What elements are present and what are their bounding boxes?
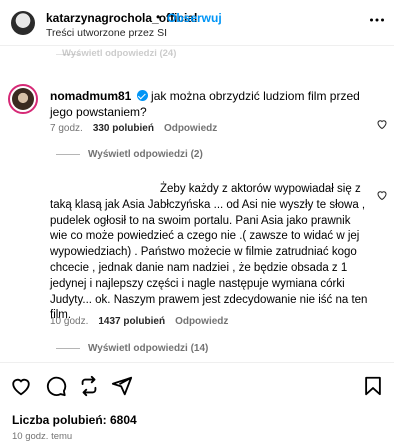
ai-content-label[interactable]: Treści utworzone przez SI (46, 27, 167, 39)
verified-badge-icon (136, 90, 148, 101)
reply-view-replies-button[interactable]: Wyświetl odpowiedzi (14) (88, 343, 208, 354)
follow-button[interactable]: Obserwuj (167, 11, 222, 25)
bookmark-icon[interactable] (362, 375, 384, 397)
share-icon[interactable] (111, 375, 133, 397)
commenter-avatar[interactable] (8, 84, 38, 114)
reply-text: Żeby każdy z aktorów wypowiadał się z ta… (50, 183, 368, 322)
reply-age: 10 godz. (50, 316, 89, 327)
comment-reply-button[interactable]: Odpowiedz (164, 123, 217, 134)
comment-meta: 7 godz. 330 polubień Odpowiedz (50, 123, 217, 134)
reply-heart-icon[interactable] (376, 189, 388, 201)
repost-icon[interactable] (78, 375, 100, 397)
reply-likes[interactable]: 1437 polubień (98, 316, 165, 327)
reply-meta: 10 godz. 1437 polubień Odpowiedz (50, 316, 228, 327)
comment-heart-icon[interactable] (376, 118, 388, 130)
post-timestamp[interactable]: 10 godz. temu (12, 431, 72, 442)
more-icon[interactable] (369, 12, 385, 28)
heart-icon[interactable] (10, 375, 32, 397)
action-bar: Liczba polubień: 6804 10 godz. temu (0, 362, 394, 442)
comment-age: 7 godz. (50, 123, 83, 134)
faded-view-replies[interactable]: Wyświetl odpowiedzi (24) (62, 48, 176, 59)
post-likes-count[interactable]: Liczba polubień: 6804 (12, 413, 137, 427)
post-header: katarzynagrochola_official • Obserwuj Tr… (0, 0, 394, 46)
comment-icon[interactable] (45, 375, 67, 397)
comment-body: nomadmum81 jak można obrzydzić ludziom f… (50, 88, 368, 120)
header-separator: • (156, 10, 161, 24)
reply-replies-line (56, 348, 80, 349)
comment-likes[interactable]: 330 polubień (93, 123, 154, 134)
view-replies-button[interactable]: Wyświetl odpowiedzi (2) (88, 149, 203, 160)
commenter-username[interactable]: nomadmum81 (50, 89, 131, 103)
replies-line (56, 154, 80, 155)
reply-reply-button[interactable]: Odpowiedz (175, 316, 228, 327)
author-avatar[interactable] (11, 11, 35, 35)
